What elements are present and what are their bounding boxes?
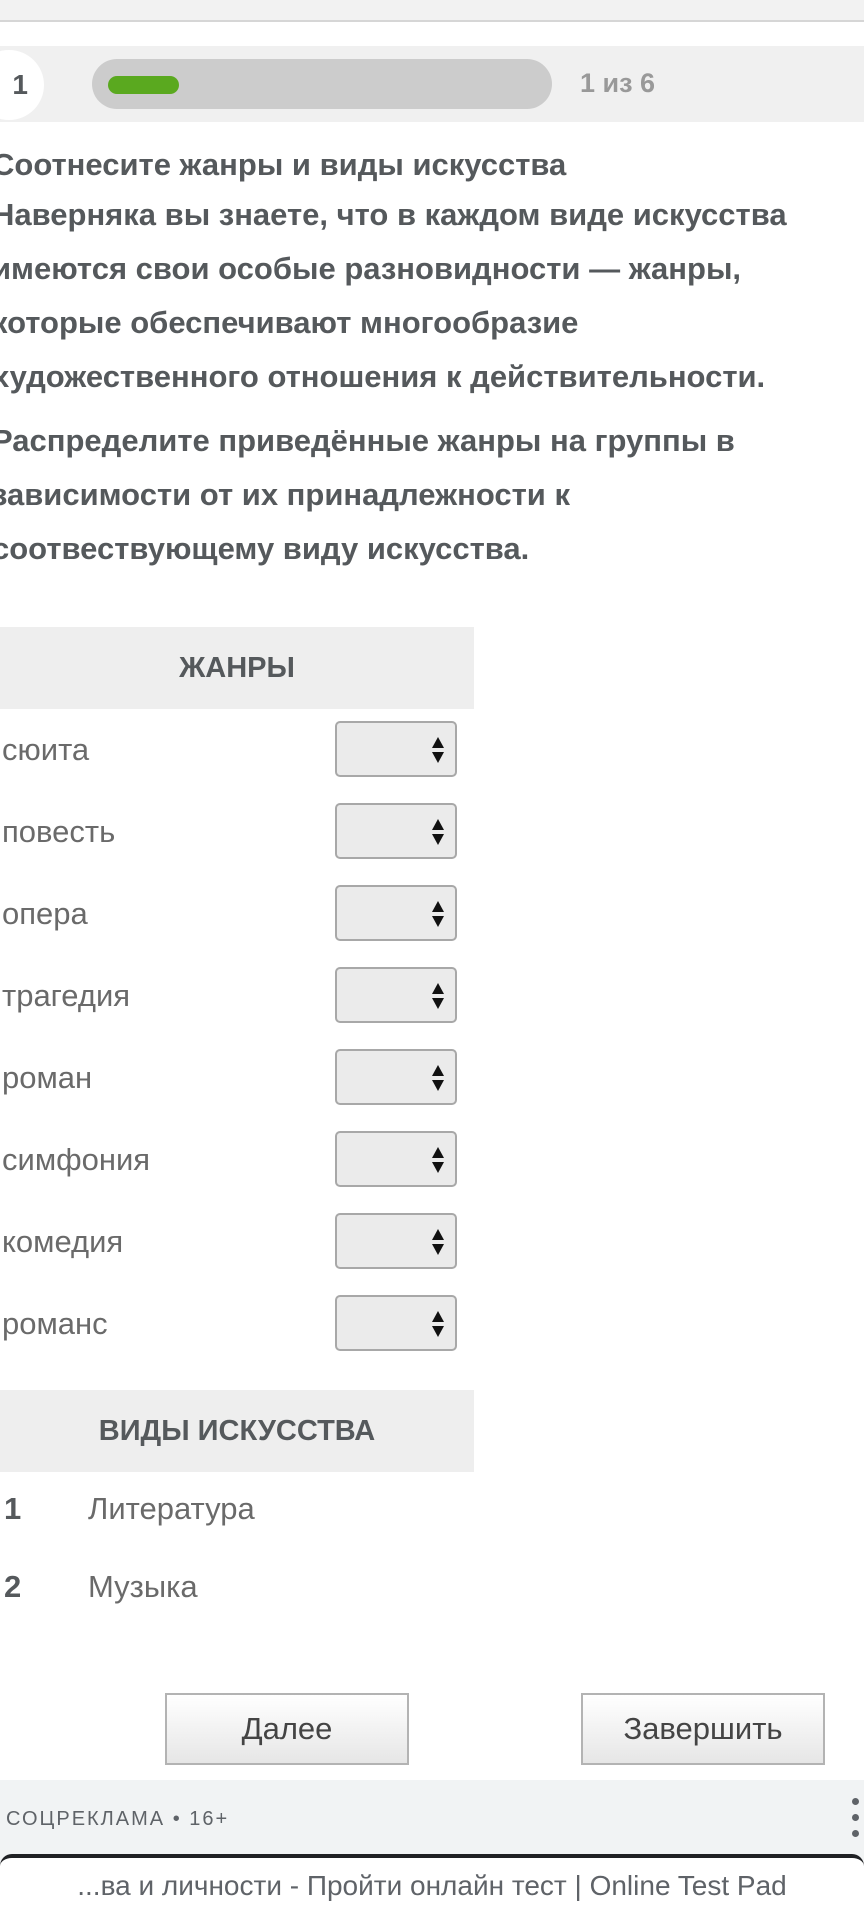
art-type-number: 1 [4, 1491, 22, 1526]
finish-button[interactable]: Завершить [581, 1693, 825, 1765]
question-intro: Наверняка вы знаете, что в каждом виде и… [0, 197, 787, 394]
genre-select[interactable] [335, 803, 457, 859]
genre-row: комедия [0, 1208, 474, 1290]
genre-select[interactable] [335, 721, 457, 777]
genre-select[interactable] [335, 1131, 457, 1187]
ad-link-text[interactable]: ...ва и личности - Пройти онлайн тест | … [0, 1870, 864, 1902]
next-button[interactable]: Далее [165, 1693, 409, 1765]
genres-header: ЖАНРЫ [0, 627, 474, 709]
select-arrows-icon [432, 1147, 444, 1173]
art-type-label: Музыка [88, 1569, 198, 1604]
art-type-row: 2 Музыка [0, 1551, 474, 1629]
genre-row: опера [0, 880, 474, 962]
select-arrows-icon [432, 901, 444, 927]
question-instruction: Распределите приведённые жанры на группы… [0, 423, 735, 566]
art-type-number: 2 [4, 1569, 22, 1604]
genre-row: симфония [0, 1126, 474, 1208]
question-number-badge: 1 [0, 50, 44, 120]
genre-select[interactable] [335, 885, 457, 941]
genre-row: романс [0, 1290, 474, 1372]
genre-select[interactable] [335, 1213, 457, 1269]
ad-label: СОЦРЕКЛАМА • 16+ [6, 1808, 230, 1830]
genre-label: трагедия [2, 978, 131, 1013]
genre-label: комедия [2, 1224, 124, 1259]
progress-row: 1 1 из 6 [0, 46, 864, 122]
genre-label: роман [2, 1060, 93, 1095]
select-arrows-icon [432, 1229, 444, 1255]
art-type-row: 1 Литература [0, 1473, 474, 1551]
genre-row: сюита [0, 716, 474, 798]
genre-row: роман [0, 1044, 474, 1126]
select-arrows-icon [432, 983, 444, 1009]
browser-top-strip [0, 0, 864, 22]
genre-label: повесть [2, 814, 116, 849]
select-arrows-icon [432, 737, 444, 763]
genre-select[interactable] [335, 1295, 457, 1351]
progress-fill [108, 76, 179, 94]
art-types-header: ВИДЫ ИСКУССТВА [0, 1390, 474, 1472]
question-counter: 1 из 6 [580, 68, 656, 98]
select-arrows-icon [432, 1311, 444, 1337]
genre-select[interactable] [335, 1049, 457, 1105]
genre-row: трагедия [0, 962, 474, 1044]
select-arrows-icon [432, 1065, 444, 1091]
select-arrows-icon [432, 819, 444, 845]
genre-label: опера [2, 896, 88, 931]
ad-card[interactable]: ...ва и личности - Пройти онлайн тест | … [0, 1854, 864, 1924]
ad-bar: СОЦРЕКЛАМА • 16+ ...ва и личности - Прой… [0, 1780, 864, 1924]
genre-row: повесть [0, 798, 474, 880]
art-type-label: Литература [88, 1491, 255, 1526]
genre-label: романс [2, 1306, 108, 1341]
more-options-icon[interactable] [850, 1798, 862, 1844]
genre-select[interactable] [335, 967, 457, 1023]
genre-label: симфония [2, 1142, 151, 1177]
question-title: Соотнесите жанры и виды искусства [0, 147, 567, 182]
genre-label: сюита [2, 732, 90, 767]
progress-track [92, 59, 552, 109]
